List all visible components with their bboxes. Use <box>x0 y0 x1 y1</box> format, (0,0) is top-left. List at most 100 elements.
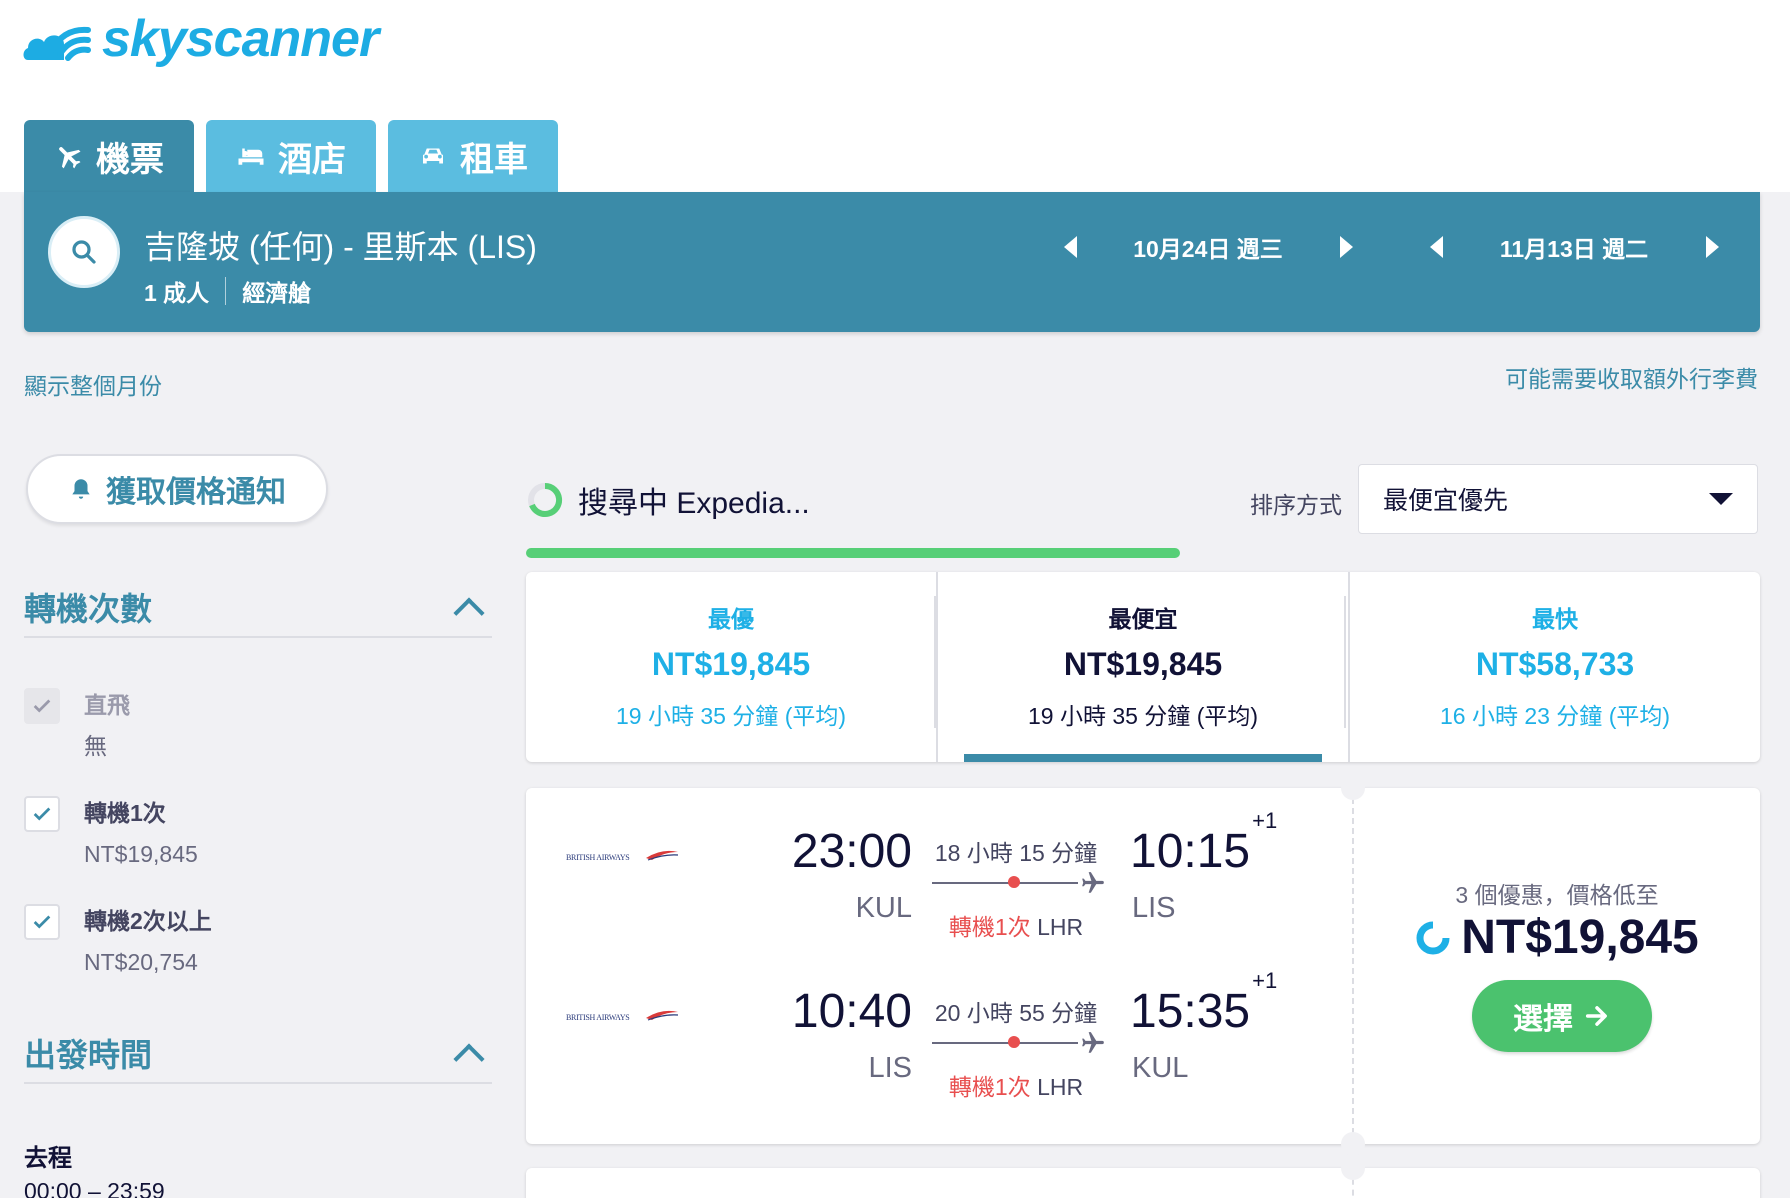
check-icon <box>33 699 51 713</box>
select-button[interactable]: 選擇 <box>1472 980 1652 1052</box>
search-progress-bar <box>526 548 1180 558</box>
tab-fastest-duration: 16 小時 23 分鐘 (平均) <box>1439 703 1671 729</box>
british-airways-logo-icon: BRITISH AIRWAYS <box>566 850 678 862</box>
tab-flights[interactable]: 機票 <box>24 120 194 192</box>
two-plus-stops-checkbox[interactable] <box>24 904 60 940</box>
stops-count: 轉機1次 <box>948 1074 1031 1100</box>
one-stop-checkbox[interactable] <box>24 796 60 832</box>
trip-details[interactable]: 1 成人 經濟艙 <box>144 274 311 308</box>
return-next-button[interactable] <box>1692 227 1732 267</box>
depart-prev-button[interactable] <box>1050 227 1090 267</box>
tab-fastest-price: NT$58,733 <box>1475 646 1635 682</box>
cabin-class: 經濟艙 <box>242 280 312 306</box>
tab-car-hire[interactable]: 租車 <box>388 120 558 192</box>
direct-price: 無 <box>84 733 107 759</box>
chevron-up-icon <box>453 1043 485 1075</box>
outbound-leg: BRITISH AIRWAYS 23:00 KUL 18 小時 15 分鐘 轉機… <box>526 788 1352 940</box>
arrival-time: 15:35+1 <box>1130 968 1277 1039</box>
bed-icon <box>238 148 264 165</box>
select-button-label: 選擇 <box>1513 1003 1573 1036</box>
caret-right-icon <box>1705 236 1719 258</box>
day-offset: +1 <box>1252 968 1278 993</box>
show-whole-month-link[interactable]: 顯示整個月份 <box>24 367 162 401</box>
tab-cheapest-title: 最便宜 <box>1108 606 1178 632</box>
skyscanner-logo[interactable]: skyscanner <box>22 8 379 70</box>
departure-airport: KUL <box>855 892 912 924</box>
result-card-next[interactable] <box>526 1156 1760 1198</box>
chevron-up-icon <box>453 597 485 629</box>
stops-option-direct: 直飛 無 <box>24 688 130 764</box>
two-plus-stops-price: NT$20,754 <box>84 949 198 975</box>
stops-count: 轉機1次 <box>948 914 1031 940</box>
two-plus-stops-label: 轉機2次以上 <box>84 908 212 934</box>
price-alert-button[interactable]: 獲取價格通知 <box>26 454 328 524</box>
departure-time: 23:00 <box>791 825 912 878</box>
tab-best-price: NT$19,845 <box>651 646 811 682</box>
return-date[interactable]: 11月13日 週二 <box>1456 230 1692 264</box>
british-airways-logo-icon: BRITISH AIRWAYS <box>566 1010 678 1022</box>
tab-cheapest[interactable]: 最便宜 NT$19,845 19 小時 35 分鐘 (平均) <box>936 572 1348 762</box>
one-stop-price: NT$19,845 <box>84 841 198 867</box>
direct-checkbox[interactable] <box>24 688 60 724</box>
departure-time-filter-header[interactable]: 出發時間 <box>24 1024 492 1084</box>
search-status: 搜尋中 Expedia... <box>526 478 810 522</box>
deals-count-text: 3 個優惠，價格低至 <box>1455 882 1659 908</box>
caret-left-icon <box>1429 236 1443 258</box>
tab-cheapest-duration: 19 小時 35 分鐘 (平均) <box>1027 703 1259 729</box>
stops-option-two-plus: 轉機2次以上 NT$20,754 <box>24 904 212 980</box>
depart-date[interactable]: 10月24日 週三 <box>1090 230 1326 264</box>
loading-spinner-icon <box>528 482 563 517</box>
tab-flights-label: 機票 <box>96 140 164 179</box>
one-stop-label: 轉機1次 <box>84 800 166 826</box>
day-offset: +1 <box>1252 808 1278 833</box>
divider <box>934 596 936 728</box>
svg-text:BRITISH AIRWAYS: BRITISH AIRWAYS <box>566 853 629 862</box>
caret-left-icon <box>1063 236 1077 258</box>
divider <box>1344 596 1346 728</box>
tab-car-hire-label: 租車 <box>460 140 528 179</box>
result-price: NT$19,845 <box>1354 910 1760 965</box>
search-status-text: 搜尋中 Expedia... <box>578 487 810 520</box>
car-icon <box>423 148 443 164</box>
result-card[interactable]: BRITISH AIRWAYS 23:00 KUL 18 小時 15 分鐘 轉機… <box>526 776 1760 1156</box>
arrival-airport: LIS <box>1132 892 1176 924</box>
flight-duration: 18 小時 15 分鐘 <box>934 840 1098 866</box>
sort-select[interactable]: 最便宜優先 <box>1358 464 1758 534</box>
stops-filter-header[interactable]: 轉機次數 <box>24 578 492 638</box>
sort-label: 排序方式 <box>1250 492 1342 518</box>
stop-dot <box>1008 876 1020 888</box>
result-price-value: NT$19,845 <box>1461 911 1699 964</box>
return-date-control: 11月13日 週二 <box>1416 227 1732 267</box>
tab-best-title: 最優 <box>708 606 754 632</box>
return-prev-button[interactable] <box>1416 227 1456 267</box>
cloud-logo-icon <box>23 26 91 61</box>
chevron-down-icon <box>1709 493 1733 505</box>
sort-summary-tabs: 最優 NT$19,845 19 小時 35 分鐘 (平均) 最便宜 NT$19,… <box>526 572 1760 762</box>
stop-airport: LHR <box>1037 1074 1084 1100</box>
tab-cheapest-price: NT$19,845 <box>1063 646 1223 682</box>
stops-filter-title: 轉機次數 <box>24 591 153 627</box>
header: skyscanner 機票 酒店 租車 <box>0 0 1790 192</box>
baggage-fee-link[interactable]: 可能需要收取額外行李費 <box>1505 360 1758 394</box>
arrival-time-value: 10:15 <box>1130 825 1251 878</box>
caret-right-icon <box>1339 236 1353 258</box>
stops-info: 轉機1次 LHR <box>926 1068 1106 1102</box>
route-title[interactable]: 吉隆坡 (任何) - 里斯本 (LIS) <box>144 222 537 268</box>
logo-wordmark: skyscanner <box>102 10 379 68</box>
tab-fastest-title: 最快 <box>1532 606 1578 632</box>
tab-hotels[interactable]: 酒店 <box>206 120 376 192</box>
arrow-right-icon <box>1585 1006 1607 1026</box>
depart-next-button[interactable] <box>1326 227 1366 267</box>
card-notch <box>1341 1156 1365 1180</box>
stop-dot <box>1008 1036 1020 1048</box>
departure-time: 10:40 <box>791 985 912 1038</box>
tab-fastest[interactable]: 最快 NT$58,733 16 小時 23 分鐘 (平均) <box>1348 572 1760 762</box>
return-leg: BRITISH AIRWAYS 10:40 LIS 20 小時 55 分鐘 轉機… <box>526 948 1352 1100</box>
tab-best[interactable]: 最優 NT$19,845 19 小時 35 分鐘 (平均) <box>526 572 936 762</box>
arrival-time: 10:15+1 <box>1130 808 1277 879</box>
departure-airport: LIS <box>868 1052 912 1084</box>
price-alert-label: 獲取價格通知 <box>106 476 286 509</box>
search-summary-bar[interactable]: 吉隆坡 (任何) - 里斯本 (LIS) 1 成人 經濟艙 10月24日 週三 … <box>24 192 1760 332</box>
svg-text:BRITISH AIRWAYS: BRITISH AIRWAYS <box>566 1013 629 1022</box>
search-button[interactable] <box>48 216 120 288</box>
